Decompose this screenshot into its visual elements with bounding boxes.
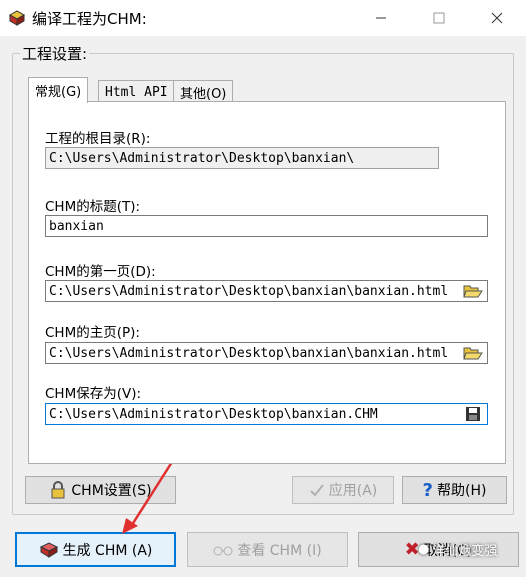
apply-button[interactable]: 应用(A) bbox=[292, 476, 394, 504]
book-icon bbox=[39, 541, 59, 558]
tab-html-api[interactable]: Html API bbox=[98, 80, 175, 103]
wechat-icon: ● bbox=[418, 542, 430, 557]
window-title: 编译工程为CHM: bbox=[32, 10, 147, 28]
save-as-input[interactable]: C:\Users\Administrator\Desktop\banxian.C… bbox=[45, 403, 488, 425]
tab-other[interactable]: 其他(O) bbox=[173, 80, 234, 103]
generate-chm-label: 生成 CHM (A) bbox=[62, 542, 153, 559]
first-page-label: CHM的第一页(D): bbox=[45, 264, 156, 280]
close-icon bbox=[491, 12, 503, 24]
root-dir-field: C:\Users\Administrator\Desktop\banxian\ bbox=[45, 147, 439, 169]
chm-title-label: CHM的标题(T): bbox=[45, 199, 141, 215]
save-as-label: CHM保存为(V): bbox=[45, 386, 142, 402]
annotation-arrow bbox=[122, 461, 174, 534]
checkmark-icon bbox=[309, 482, 325, 498]
question-icon: ? bbox=[422, 479, 433, 501]
watermark: ● 洋仙烟变强 bbox=[418, 542, 498, 559]
tab-general[interactable]: 常规(G) bbox=[28, 77, 89, 103]
folder-open-icon[interactable] bbox=[462, 281, 484, 301]
view-chm-label: 查看 CHM (I) bbox=[237, 542, 322, 559]
app-book-icon bbox=[8, 9, 26, 27]
minimize-button[interactable] bbox=[352, 0, 410, 36]
minimize-icon bbox=[376, 17, 386, 19]
close-button[interactable] bbox=[468, 0, 526, 36]
first-page-input[interactable]: C:\Users\Administrator\Desktop\banxian\b… bbox=[45, 280, 488, 302]
help-label: 帮助(H) bbox=[437, 483, 487, 499]
apply-label: 应用(A) bbox=[328, 483, 378, 499]
maximize-button[interactable] bbox=[410, 0, 468, 36]
title-bar: 编译工程为CHM: bbox=[0, 0, 526, 36]
help-button[interactable]: ? 帮助(H) bbox=[402, 476, 507, 504]
glasses-icon bbox=[213, 544, 233, 556]
chm-title-input[interactable]: banxian bbox=[45, 215, 488, 237]
folder-open-icon[interactable] bbox=[462, 343, 484, 363]
view-chm-button[interactable]: 查看 CHM (I) bbox=[187, 532, 348, 567]
group-label: 工程设置: bbox=[20, 43, 90, 64]
home-page-label: CHM的主页(P): bbox=[45, 325, 140, 341]
root-dir-label: 工程的根目录(R): bbox=[45, 131, 151, 147]
floppy-save-icon[interactable] bbox=[462, 404, 484, 424]
tab-panel-general: 工程的根目录(R): C:\Users\Administrator\Deskto… bbox=[28, 101, 506, 464]
lock-icon bbox=[49, 481, 67, 499]
maximize-icon bbox=[433, 12, 445, 24]
home-page-input[interactable]: C:\Users\Administrator\Desktop\banxian\b… bbox=[45, 342, 488, 364]
